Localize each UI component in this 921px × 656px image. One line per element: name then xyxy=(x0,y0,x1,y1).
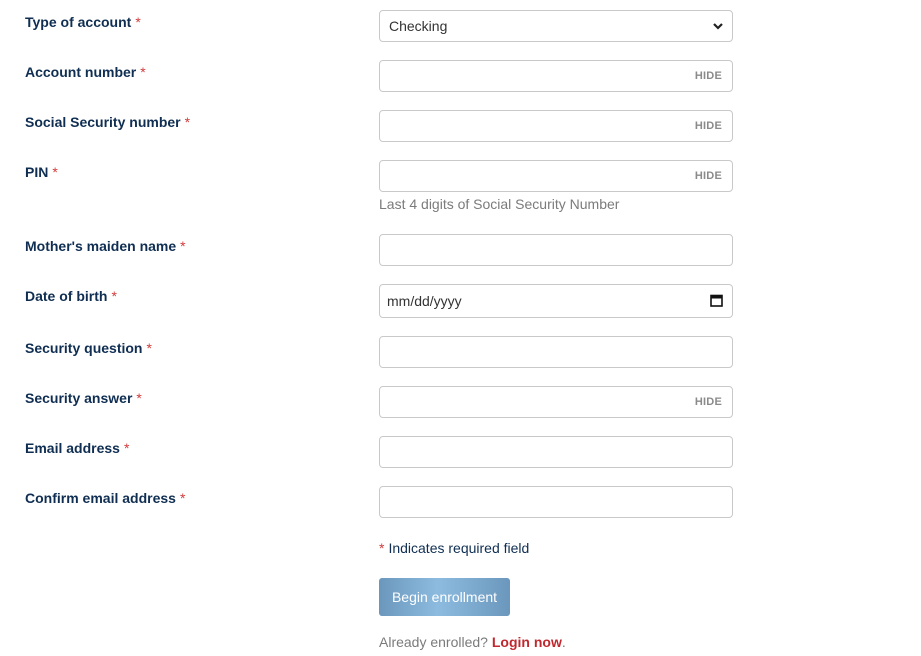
maiden-name-input[interactable] xyxy=(380,235,696,265)
ssn-field: HIDE xyxy=(379,110,733,142)
calendar-icon[interactable] xyxy=(710,294,723,307)
already-enrolled-prefix: Already enrolled? xyxy=(379,634,488,650)
email-field xyxy=(379,436,733,468)
email-input[interactable] xyxy=(380,437,696,467)
label-text: Security question xyxy=(25,340,143,356)
account-number-input[interactable] xyxy=(380,61,696,91)
account-type-value: Checking xyxy=(389,18,448,34)
required-mark: * xyxy=(123,440,130,456)
required-mark: * xyxy=(52,164,58,180)
pin-helper-text: Last 4 digits of Social Security Number xyxy=(379,196,620,212)
hide-account-number-button[interactable]: HIDE xyxy=(695,70,722,82)
required-mark: * xyxy=(111,288,117,304)
label-maiden-name: Mother's maiden name * xyxy=(25,238,186,254)
security-question-field xyxy=(379,336,733,368)
label-text: Social Security number xyxy=(25,114,181,130)
label-account-type: Type of account * xyxy=(25,14,141,30)
label-text: PIN xyxy=(25,164,49,180)
confirm-email-input[interactable] xyxy=(380,487,696,517)
account-type-select[interactable]: Checking xyxy=(379,10,733,42)
label-ssn: Social Security number * xyxy=(25,114,190,130)
security-answer-input[interactable] xyxy=(380,387,696,417)
label-text: Mother's maiden name xyxy=(25,238,177,254)
hide-pin-button[interactable]: HIDE xyxy=(695,170,722,182)
required-mark: * xyxy=(140,64,146,80)
security-answer-field: HIDE xyxy=(379,386,733,418)
required-mark: * xyxy=(135,14,141,30)
required-mark: * xyxy=(184,114,191,130)
hide-security-answer-button[interactable]: HIDE xyxy=(695,396,722,408)
label-text: Date of birth xyxy=(25,288,108,304)
label-dob: Date of birth * xyxy=(25,288,117,304)
pin-input[interactable] xyxy=(380,161,696,191)
label-email: Email address * xyxy=(25,440,129,456)
label-text: Email address xyxy=(25,440,120,456)
label-text: Type of account xyxy=(25,14,132,30)
label-security-answer: Security answer * xyxy=(25,390,142,406)
required-mark: * xyxy=(136,390,142,406)
required-mark: * xyxy=(379,540,385,556)
dob-input[interactable]: mm/dd/yyyy xyxy=(379,284,733,318)
required-mark: * xyxy=(180,238,186,254)
security-question-input[interactable] xyxy=(380,337,696,367)
confirm-email-field xyxy=(379,486,733,518)
label-text: Confirm email address xyxy=(25,490,176,506)
dob-placeholder: mm/dd/yyyy xyxy=(387,293,462,309)
required-legend-text: Indicates required field xyxy=(388,540,530,556)
begin-enrollment-button[interactable]: Begin enrollment xyxy=(379,578,510,616)
ssn-input[interactable] xyxy=(380,111,696,141)
already-enrolled-suffix: . xyxy=(561,634,566,650)
maiden-name-field xyxy=(379,234,733,266)
label-pin: PIN * xyxy=(25,164,58,180)
chevron-down-icon xyxy=(713,23,723,30)
label-security-question: Security question * xyxy=(25,340,152,356)
required-mark: * xyxy=(179,490,186,506)
label-text: Security answer xyxy=(25,390,133,406)
label-confirm-email: Confirm email address * xyxy=(25,490,185,506)
required-legend: * Indicates required field xyxy=(379,540,529,556)
required-mark: * xyxy=(146,340,152,356)
label-text: Account number xyxy=(25,64,137,80)
hide-ssn-button[interactable]: HIDE xyxy=(695,120,722,132)
label-account-number: Account number * xyxy=(25,64,146,80)
pin-field: HIDE xyxy=(379,160,733,192)
account-number-field: HIDE xyxy=(379,60,733,92)
already-enrolled-text: Already enrolled? Login now. xyxy=(379,634,566,650)
login-now-link[interactable]: Login now xyxy=(492,634,562,650)
